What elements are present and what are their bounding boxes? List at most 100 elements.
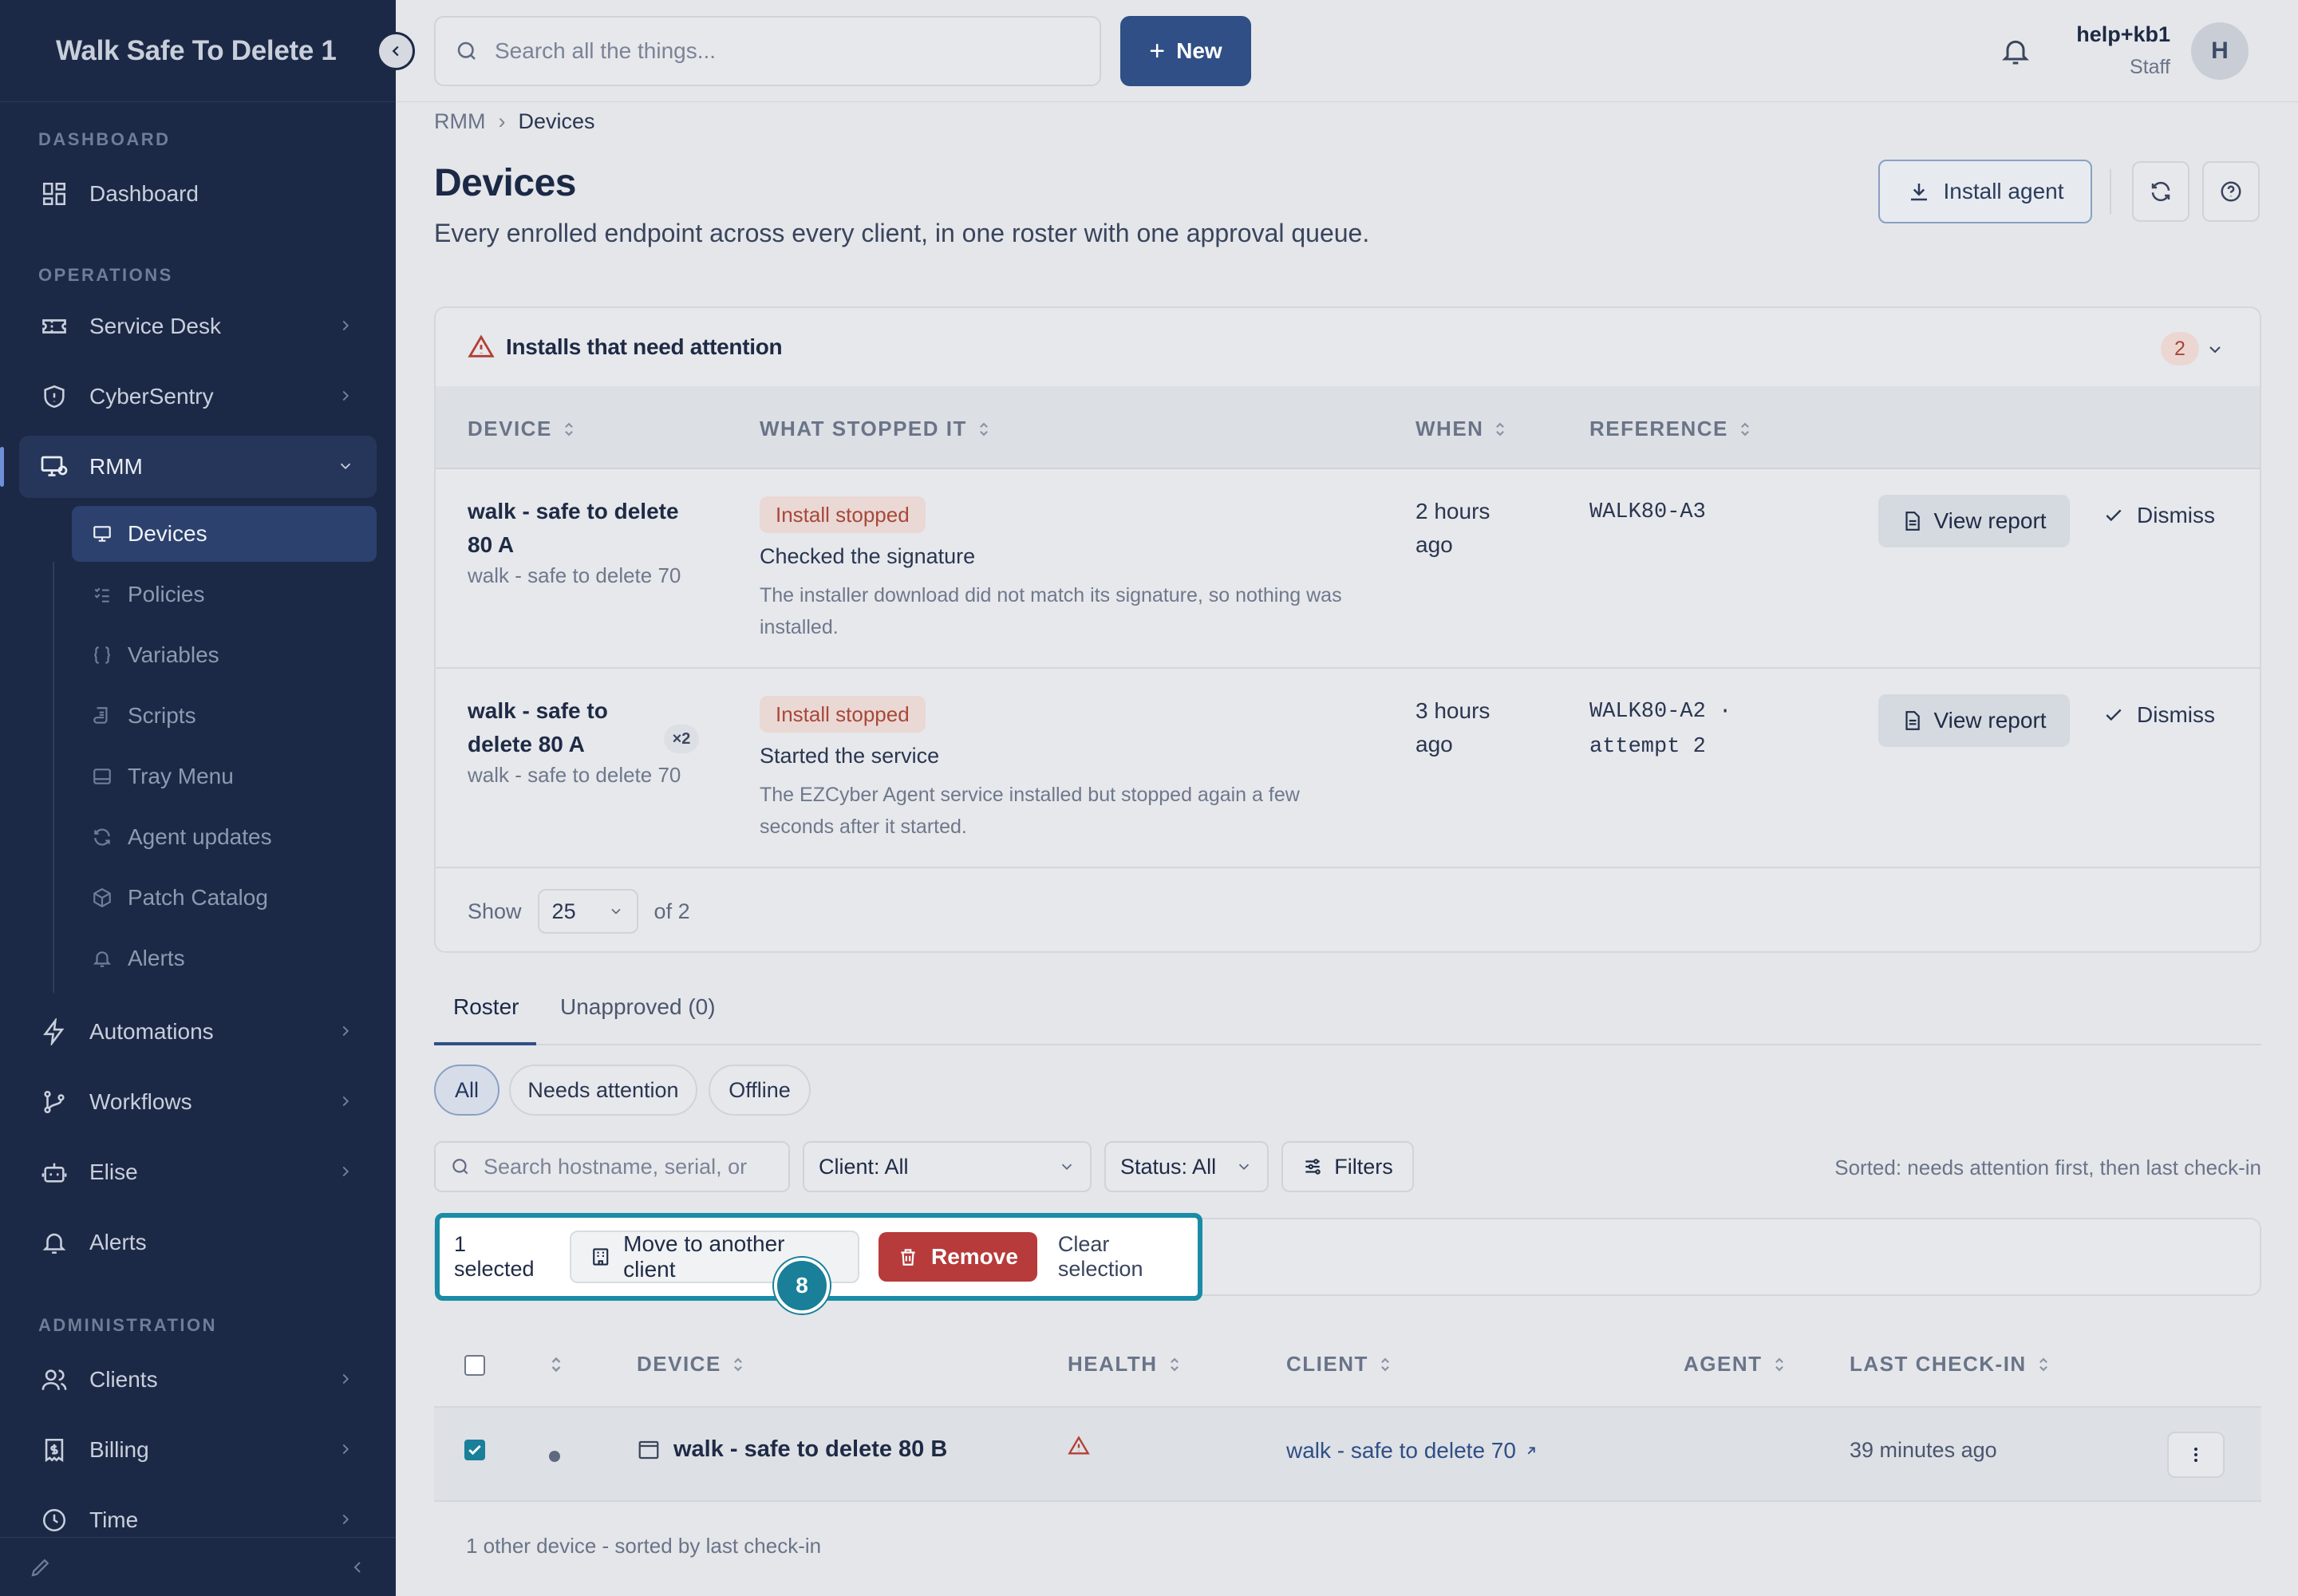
occurrence-count-badge: ×2 xyxy=(664,725,699,753)
col-when-label: WHEN xyxy=(1416,417,1484,440)
device-search-input[interactable] xyxy=(484,1154,787,1179)
clear-selection-button[interactable]: Clear selection xyxy=(1058,1232,1198,1282)
more-vertical-icon xyxy=(2194,1448,2197,1462)
sidebar-item-elise[interactable]: Elise xyxy=(19,1141,377,1203)
device-name-cell[interactable]: walk - safe to delete 80 B xyxy=(637,1436,947,1463)
sidebar-item-dashboard[interactable]: Dashboard xyxy=(19,163,377,225)
attention-pagination: Show 25 of 2 xyxy=(468,889,690,934)
filters-button[interactable]: Filters xyxy=(1281,1141,1414,1192)
col-when[interactable]: WHEN xyxy=(1416,417,1507,441)
help-button[interactable] xyxy=(2202,161,2260,222)
col-agent[interactable]: AGENT xyxy=(1684,1352,1787,1377)
filter-chip-offline[interactable]: Offline xyxy=(709,1065,811,1116)
col-device[interactable]: DEVICE xyxy=(637,1352,745,1377)
col-last-checkin[interactable]: LAST CHECK-IN xyxy=(1850,1352,2051,1377)
attention-header[interactable]: Installs that need attention 2 xyxy=(436,308,2260,386)
status-badge: Install stopped xyxy=(760,496,926,533)
search-icon xyxy=(457,41,476,60)
device-search[interactable] xyxy=(434,1141,790,1192)
breadcrumb-separator-icon: › xyxy=(498,109,506,133)
status-filter-select[interactable]: Status: All xyxy=(1104,1141,1269,1192)
sidebar-sub-scripts[interactable]: Scripts xyxy=(72,688,377,744)
install-agent-button[interactable]: Install agent xyxy=(1878,160,2092,223)
sidebar-item-rmm[interactable]: RMM xyxy=(0,436,377,498)
global-search-input[interactable] xyxy=(495,38,1053,64)
pencil-icon[interactable] xyxy=(29,1555,53,1579)
sort-icon xyxy=(1496,422,1505,436)
sidebar-sub-alerts[interactable]: Alerts xyxy=(72,930,377,986)
col-what-stopped[interactable]: WHAT STOPPED IT xyxy=(760,417,991,441)
refresh-button[interactable] xyxy=(2132,161,2189,222)
new-button[interactable]: + New xyxy=(1120,16,1251,86)
page-total: of 2 xyxy=(653,899,690,923)
package-icon xyxy=(91,887,113,909)
row-checkbox[interactable] xyxy=(464,1440,485,1460)
sort-icon[interactable] xyxy=(549,1355,563,1374)
table-row[interactable]: walk - safe to delete 80 B walk - safe t… xyxy=(434,1408,2261,1502)
breadcrumb-rmm[interactable]: RMM xyxy=(434,109,485,134)
health-warning-icon xyxy=(1068,1435,1090,1457)
select-all-checkbox[interactable] xyxy=(464,1355,485,1376)
dismiss-button[interactable]: Dismiss xyxy=(2103,503,2215,528)
global-search[interactable] xyxy=(434,16,1101,86)
sidebar-item-workflows[interactable]: Workflows xyxy=(19,1071,377,1133)
sidebar-sub-policies[interactable]: Policies xyxy=(72,567,377,622)
chevron-right-icon xyxy=(342,320,349,331)
sidebar-item-service-desk[interactable]: Service Desk xyxy=(19,295,377,358)
attention-title: Installs that need attention xyxy=(506,334,783,359)
sidebar-item-billing[interactable]: Billing xyxy=(19,1419,377,1481)
tab-roster[interactable]: Roster xyxy=(453,994,519,1020)
col-health[interactable]: HEALTH xyxy=(1068,1352,1182,1377)
sidebar-item-alerts[interactable]: Alerts xyxy=(19,1211,377,1274)
attention-reference: WALK80-A2 · attempt 2 xyxy=(1589,700,1732,759)
section-operations: OPERATIONS xyxy=(38,265,173,285)
page-size-select[interactable]: 25 xyxy=(537,889,638,934)
chevron-right-icon xyxy=(342,1096,349,1107)
client-filter-value: Client: All xyxy=(819,1154,909,1179)
view-report-button[interactable]: View report xyxy=(1878,495,2070,547)
attention-count-badge: 2 xyxy=(2161,332,2199,365)
client-filter-select[interactable]: Client: All xyxy=(803,1141,1092,1192)
tray-icon xyxy=(91,765,113,788)
collapse-sidebar-icon[interactable] xyxy=(348,1558,367,1577)
sidebar-item-label: Workflows xyxy=(89,1089,192,1114)
sidebar-item-automations[interactable]: Automations xyxy=(19,1001,377,1063)
sidebar-sub-devices[interactable]: Devices xyxy=(72,506,377,562)
ticket-icon xyxy=(38,310,70,342)
sidebar-sub-tray-menu[interactable]: Tray Menu xyxy=(72,749,377,804)
sidebar-sub-agent-updates[interactable]: Agent updates xyxy=(72,809,377,865)
sidebar-sub-label: Alerts xyxy=(128,946,185,970)
check-icon xyxy=(2106,509,2122,522)
help-circle-icon xyxy=(2221,181,2241,202)
sidebar-header: Walk Safe To Delete 1 xyxy=(0,0,396,102)
filter-chip-needs-attention[interactable]: Needs attention xyxy=(509,1065,697,1116)
chevron-down-icon[interactable] xyxy=(2205,340,2225,359)
client-link[interactable]: walk - safe to delete 70 xyxy=(1286,1438,1538,1464)
selection-count: 1 selected xyxy=(454,1232,535,1281)
avatar[interactable]: H xyxy=(2191,22,2249,80)
chevron-down-icon xyxy=(610,908,621,915)
row-actions-button[interactable] xyxy=(2167,1432,2225,1478)
col-device[interactable]: DEVICE xyxy=(468,417,576,441)
bell-icon xyxy=(91,947,113,970)
notifications-bell-icon[interactable] xyxy=(2000,35,2031,67)
breadcrumb-current: Devices xyxy=(518,109,595,133)
dismiss-button[interactable]: Dismiss xyxy=(2103,702,2215,728)
remove-button[interactable]: Remove xyxy=(878,1232,1037,1282)
col-client[interactable]: CLIENT xyxy=(1286,1352,1392,1377)
sidebar-item-cybersentry[interactable]: CyberSentry xyxy=(19,365,377,428)
sidebar-sub-patch-catalog[interactable]: Patch Catalog xyxy=(72,870,377,926)
grid-icon xyxy=(38,178,70,210)
section-dashboard: DASHBOARD xyxy=(38,129,171,149)
sidebar-toggle-button[interactable] xyxy=(377,32,415,70)
filter-chip-all[interactable]: All xyxy=(434,1065,499,1116)
sidebar-sub-variables[interactable]: Variables xyxy=(72,627,377,683)
tab-unapproved[interactable]: Unapproved (0) xyxy=(560,994,716,1020)
col-agent-label: AGENT xyxy=(1684,1352,1763,1376)
warning-icon xyxy=(468,334,495,358)
view-report-button[interactable]: View report xyxy=(1878,694,2070,747)
checklist-icon xyxy=(91,583,113,606)
trash-icon xyxy=(901,1249,915,1266)
col-reference[interactable]: REFERENCE xyxy=(1589,417,1752,441)
sidebar-item-clients[interactable]: Clients xyxy=(19,1349,377,1411)
